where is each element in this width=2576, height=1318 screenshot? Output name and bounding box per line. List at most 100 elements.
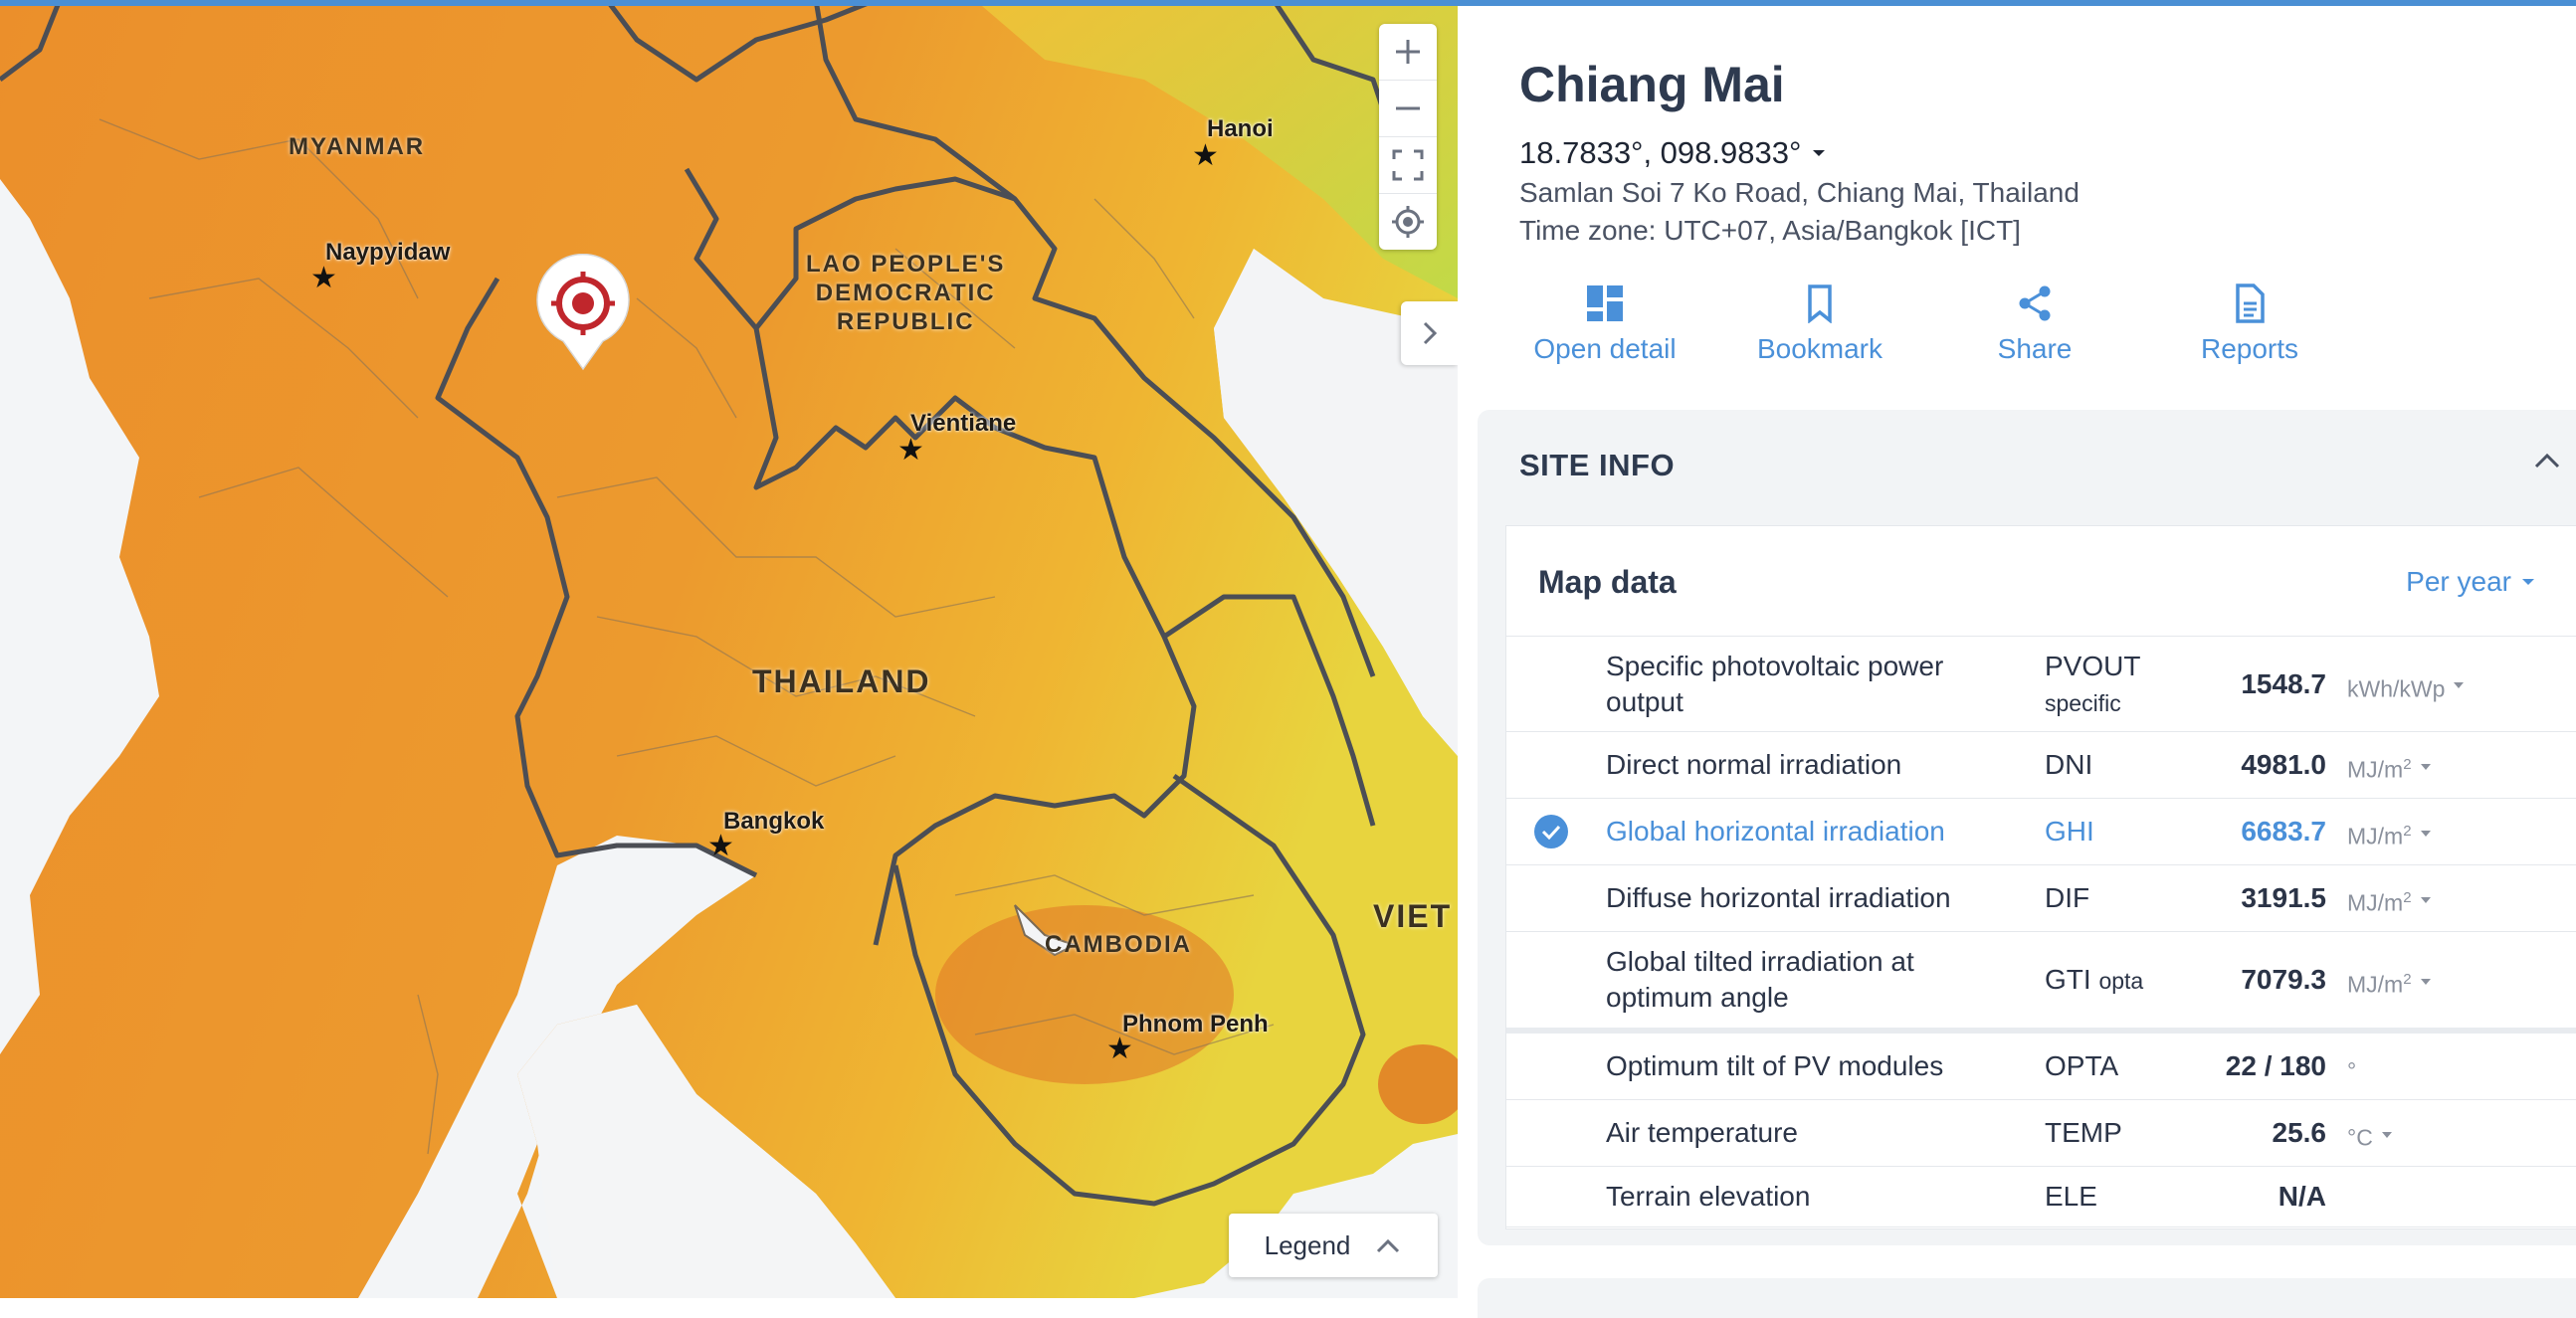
map-data-row[interactable]: Terrain elevation ELE N/A: [1506, 1167, 2576, 1227]
row-unit-sup: 2: [2403, 971, 2412, 988]
row-abbr-main: TEMP: [2045, 1117, 2122, 1148]
collapse-panel-button[interactable]: [1401, 301, 1458, 365]
row-abbr-main: DIF: [2045, 882, 2090, 913]
map-data-row[interactable]: Global horizontal irradiation GHI 6683.7 M…: [1506, 799, 2576, 865]
row-value: 6683.7: [2241, 816, 2326, 847]
coordinates-text: 18.7833°, 098.9833°: [1519, 135, 1802, 170]
capital-star-icon: ★: [1192, 139, 1219, 172]
row-unit-text: MJ/m: [2347, 823, 2404, 849]
map-data-row[interactable]: Diffuse horizontal irradiation DIF 3191.5…: [1506, 865, 2576, 932]
row-value: 25.6: [2272, 1117, 2327, 1148]
row-abbr: GTI opta: [2045, 962, 2143, 999]
bookmark-button[interactable]: Bookmark: [1712, 283, 1927, 365]
row-abbr-main: GHI: [2045, 816, 2094, 847]
map-controls: [1379, 24, 1437, 250]
locate-icon: [1392, 206, 1424, 238]
row-unit-text: °: [2347, 1057, 2357, 1084]
city-phnom-penh: Phnom Penh: [1122, 1011, 1269, 1037]
row-unit: MJ/m2: [2347, 814, 2412, 854]
row-name: Global horizontal irradiation: [1606, 816, 1945, 847]
row-unit-sup: 2: [2403, 889, 2412, 906]
legend-label: Legend: [1264, 1229, 1351, 1260]
row-abbr-sub: specific: [2045, 689, 2121, 716]
city-naypyidaw: Naypyidaw: [325, 239, 451, 266]
map-canvas: [0, 0, 1458, 1298]
row-abbr: DIF: [2045, 880, 2089, 917]
map-label-cambodia: CAMBODIA: [1045, 931, 1192, 958]
action-bar: Open detail Bookmark Share Reports: [1497, 283, 2357, 365]
capital-star-icon: ★: [310, 262, 337, 294]
chevron-right-icon: [1423, 321, 1437, 345]
site-title: Chiang Mai: [1519, 57, 1785, 112]
unit-dropdown[interactable]: kWh/kWp: [2347, 666, 2465, 707]
site-address: Samlan Soi 7 Ko Road, Chiang Mai, Thaila…: [1519, 177, 2080, 208]
chevron-up-icon[interactable]: [2532, 450, 2562, 471]
zoom-out-button[interactable]: [1379, 81, 1437, 137]
map-data-row[interactable]: Direct normal irradiation DNI 4981.0 MJ/m2: [1506, 732, 2576, 799]
map-data-title: Map data: [1538, 564, 1677, 600]
zoom-out-icon: [1396, 106, 1420, 110]
fullscreen-button[interactable]: [1379, 137, 1437, 194]
row-unit: °C: [2347, 1115, 2373, 1156]
share-button[interactable]: Share: [1927, 283, 2142, 365]
open-detail-label: Open detail: [1533, 333, 1677, 364]
caret-down-icon: [2522, 579, 2534, 585]
row-abbr: DNI: [2045, 747, 2092, 784]
map-data-card: Map data Per year Specific photovoltaic …: [1505, 525, 2576, 1229]
dashboard-icon: [1587, 285, 1623, 321]
bookmark-icon: [1808, 284, 1832, 323]
reports-button[interactable]: Reports: [2142, 283, 2357, 365]
row-unit-text: MJ/m: [2347, 889, 2404, 916]
row-unit: MJ/m2: [2347, 962, 2412, 1003]
row-value: 3191.5: [2241, 882, 2326, 913]
report-icon: [2236, 283, 2265, 323]
coordinates-selector[interactable]: 18.7833°, 098.9833°: [1519, 135, 1827, 171]
check-circle-icon[interactable]: [1534, 815, 1568, 848]
unit-dropdown[interactable]: MJ/m2: [2347, 880, 2432, 921]
map-data-row[interactable]: Global tilted irradiation at optimum ang…: [1506, 932, 2576, 1034]
map-label-vietnam: VIET: [1373, 898, 1453, 934]
row-unit-text: °C: [2347, 1124, 2373, 1151]
site-info-section: SITE INFO Map data Per year Specific pho…: [1478, 410, 2576, 1245]
map-data-header: Map data Per year: [1506, 526, 2576, 637]
row-value: 22 / 180: [2225, 1050, 2326, 1081]
row-abbr: TEMP: [2045, 1115, 2122, 1152]
row-abbr-main: OPTA: [2045, 1050, 2119, 1081]
row-abbr-sub: opta: [2098, 968, 2144, 994]
row-unit-sup: 2: [2403, 823, 2412, 840]
unit-dropdown[interactable]: °C: [2347, 1115, 2393, 1156]
zoom-in-button[interactable]: [1379, 24, 1437, 81]
row-unit: °: [2347, 1048, 2356, 1089]
location-pin-icon[interactable]: [533, 254, 633, 373]
row-value: 1548.7: [2241, 667, 2326, 699]
row-unit: kWh/kWp: [2347, 666, 2445, 707]
legend-button[interactable]: Legend: [1229, 1214, 1438, 1277]
period-label: Per year: [2406, 566, 2511, 597]
solar-map[interactable]: MYANMAR LAO PEOPLE'S DEMOCRATIC REPUBLIC…: [0, 0, 1458, 1298]
unit-dropdown[interactable]: MJ/m2: [2347, 814, 2432, 854]
map-data-row[interactable]: Specific photovoltaic power output PVOUT s…: [1506, 637, 2576, 732]
caret-down-icon: [2420, 830, 2431, 837]
open-detail-button[interactable]: Open detail: [1497, 283, 1712, 365]
share-label: Share: [1997, 333, 2073, 364]
locate-button[interactable]: [1379, 194, 1437, 250]
row-name: Diffuse horizontal irradiation: [1606, 882, 1951, 913]
share-icon: [2019, 285, 2051, 321]
top-accent-bar: [0, 0, 2576, 6]
site-info-heading[interactable]: SITE INFO: [1519, 448, 1675, 483]
unit-dropdown[interactable]: MJ/m2: [2347, 962, 2432, 1003]
row-unit: MJ/m2: [2347, 880, 2412, 921]
map-data-row[interactable]: Optimum tilt of PV modules OPTA 22 / 180 °: [1506, 1034, 2576, 1100]
unit-dropdown[interactable]: MJ/m2: [2347, 747, 2432, 788]
map-data-row[interactable]: Air temperature TEMP 25.6 °C: [1506, 1100, 2576, 1167]
capital-star-icon: ★: [897, 434, 924, 467]
row-name: Terrain elevation: [1606, 1181, 1811, 1212]
bookmark-label: Bookmark: [1756, 333, 1883, 364]
row-name: Global tilted irradiation at optimum ang…: [1606, 946, 1914, 1013]
zoom-in-icon: [1396, 40, 1420, 64]
period-dropdown[interactable]: Per year: [2406, 566, 2535, 598]
capital-star-icon: ★: [707, 830, 734, 862]
row-unit-sup: 2: [2403, 756, 2412, 773]
chevron-up-icon: [1377, 1238, 1400, 1253]
caret-down-icon: [2420, 896, 2431, 903]
